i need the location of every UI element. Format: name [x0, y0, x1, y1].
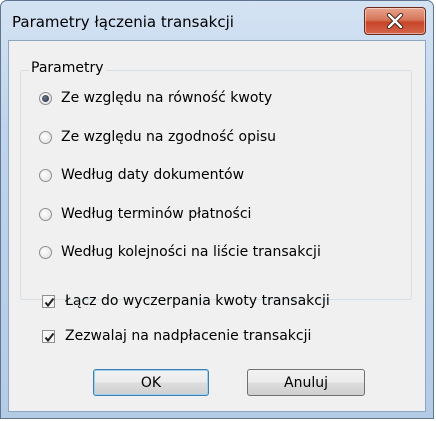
radio-icon[interactable] — [39, 207, 52, 221]
close-icon — [386, 13, 404, 29]
parameters-group-label: Parametry — [29, 60, 106, 76]
option-label: Według daty dokumentów — [61, 167, 245, 183]
radio-icon[interactable] — [39, 245, 52, 259]
radio-dot-icon[interactable] — [39, 91, 52, 105]
option-amount-equality[interactable]: Ze względu na równość kwoty — [39, 87, 272, 109]
cancel-button[interactable]: Anuluj — [247, 369, 365, 396]
option-list-order[interactable]: Według kolejności na liście transakcji — [39, 241, 321, 263]
dialog-content: Parametry Ze względu na równość kwoty Ze… — [8, 40, 426, 412]
option-document-date[interactable]: Według daty dokumentów — [39, 164, 244, 186]
window-title: Parametry łączenia transakcji — [12, 13, 234, 31]
option-label: Ze względu na zgodność opisu — [61, 129, 277, 145]
dialog-window: Parametry łączenia transakcji Parametry … — [0, 0, 434, 419]
checkbox-allow-overpayment[interactable]: Zezwalaj na nadpłacenie transakcji — [42, 325, 311, 347]
radio-icon[interactable] — [39, 130, 52, 144]
option-payment-terms[interactable]: Według terminów płatności — [39, 203, 251, 225]
ok-button[interactable]: OK — [93, 369, 209, 396]
option-label: Ze względu na równość kwoty — [61, 90, 273, 106]
checkbox-label: Łącz do wyczerpania kwoty transakcji — [65, 293, 330, 309]
checkbox-exhaust-amount[interactable]: Łącz do wyczerpania kwoty transakcji — [42, 290, 330, 312]
radio-icon[interactable] — [39, 168, 52, 182]
check-icon[interactable] — [42, 329, 55, 343]
option-description-match[interactable]: Ze względu na zgodność opisu — [39, 126, 276, 148]
checkbox-label: Zezwalaj na nadpłacenie transakcji — [65, 328, 312, 344]
option-label: Według kolejności na liście transakcji — [61, 244, 321, 260]
check-icon[interactable] — [42, 294, 55, 308]
option-label: Według terminów płatności — [61, 206, 252, 222]
close-button[interactable] — [364, 7, 426, 35]
title-bar[interactable]: Parametry łączenia transakcji — [1, 1, 433, 41]
